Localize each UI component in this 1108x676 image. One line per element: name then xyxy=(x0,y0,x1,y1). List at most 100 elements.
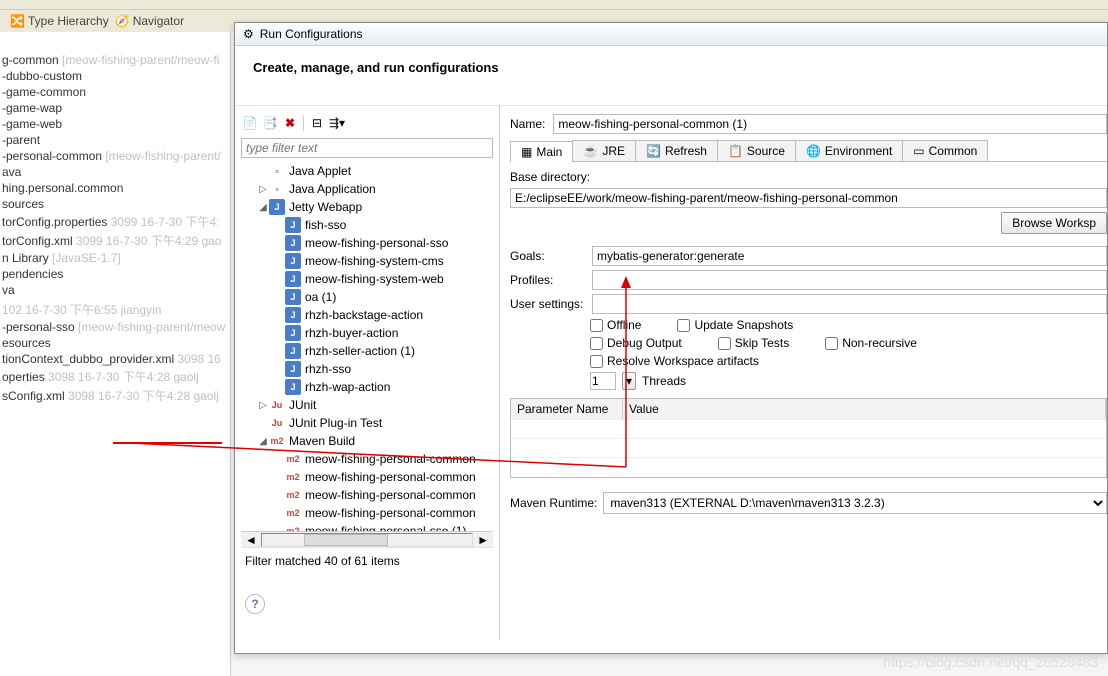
user-settings-input[interactable] xyxy=(592,294,1107,314)
hierarchy-icon: 🔀 xyxy=(10,14,24,28)
maven-runtime-select[interactable]: maven313 (EXTERNAL D:\maven\maven313 3.2… xyxy=(603,492,1107,514)
tree-node[interactable]: Jrhzh-sso xyxy=(241,360,493,378)
tree-node[interactable]: ▷▫Java Application xyxy=(241,180,493,198)
dialog-title-text: Run Configurations xyxy=(260,27,363,41)
tree-node[interactable]: Jrhzh-seller-action (1) xyxy=(241,342,493,360)
tree-node[interactable]: m2meow-fishing-personal-common xyxy=(241,450,493,468)
param-value-header: Value xyxy=(623,399,1106,419)
config-tabstrip: ▦ Main☕ JRE🔄 Refresh📋 Source🌐 Environmen… xyxy=(510,140,1107,162)
profiles-label: Profiles: xyxy=(510,273,586,287)
project-item[interactable]: tionContext_dubbo_provider.xml 3098 16 xyxy=(0,351,230,367)
project-item[interactable]: -game-web xyxy=(0,116,230,132)
user-settings-label: User settings: xyxy=(510,297,586,311)
project-item[interactable]: -personal-sso [meow-fishing-parent/meow xyxy=(0,319,230,335)
tab-common[interactable]: ▭ Common xyxy=(902,140,988,161)
base-dir-input[interactable] xyxy=(510,188,1107,208)
project-item[interactable]: sources xyxy=(0,196,230,212)
offline-checkbox[interactable]: Offline xyxy=(590,318,641,332)
non-recursive-checkbox[interactable]: Non-recursive xyxy=(825,336,917,350)
project-item[interactable]: pendencies xyxy=(0,266,230,282)
tab-main[interactable]: ▦ Main xyxy=(510,141,573,162)
watermark: https://blog.csdn.net/qq_26528483 xyxy=(883,654,1098,670)
tree-node[interactable]: Jrhzh-backstage-action xyxy=(241,306,493,324)
dialog-titlebar[interactable]: ⚙ Run Configurations xyxy=(235,23,1107,46)
debug-output-checkbox[interactable]: Debug Output xyxy=(590,336,682,350)
parameters-table[interactable]: Parameter Name Value xyxy=(510,398,1107,478)
project-item[interactable]: -personal-common [meow-fishing-parent/ xyxy=(0,148,230,164)
navigator-label: Navigator xyxy=(133,14,184,28)
project-item[interactable]: torConfig.xml 3099 16-7-30 下午4:29 gao xyxy=(0,231,230,250)
dialog-header: Create, manage, and run configurations xyxy=(235,46,1107,106)
tree-node[interactable]: JuJUnit Plug-in Test xyxy=(241,414,493,432)
tree-node[interactable]: ▫Java Applet xyxy=(241,162,493,180)
project-item[interactable]: ava xyxy=(0,164,230,180)
project-explorer[interactable]: g-common [meow-fishing-parent/meow-fi-du… xyxy=(0,32,231,676)
project-item[interactable]: va xyxy=(0,282,230,298)
project-item[interactable]: hing.personal.common xyxy=(0,180,230,196)
project-item[interactable]: -game-wap xyxy=(0,100,230,116)
project-item[interactable]: n Library [JavaSE-1.7] xyxy=(0,250,230,266)
tree-node[interactable]: m2meow-fishing-personal-common xyxy=(241,468,493,486)
tree-node[interactable]: ◢m2Maven Build xyxy=(241,432,493,450)
tree-node[interactable]: Jmeow-fishing-system-web xyxy=(241,270,493,288)
run-configurations-dialog: ⚙ Run Configurations Create, manage, and… xyxy=(234,22,1108,654)
filter-status: Filter matched 40 of 61 items xyxy=(241,547,493,574)
config-form: Name: ▦ Main☕ JRE🔄 Refresh📋 Source🌐 Envi… xyxy=(500,106,1107,640)
dialog-header-text: Create, manage, and run configurations xyxy=(253,60,1089,75)
base-dir-label: Base directory: xyxy=(510,170,590,184)
duplicate-config-button[interactable]: 📑 xyxy=(261,114,279,132)
project-item[interactable]: -game-common xyxy=(0,84,230,100)
project-item[interactable]: sConfig.xml 3098 16-7-30 下午4:28 gaolj xyxy=(0,386,230,405)
type-hierarchy-tab[interactable]: 🔀 Type Hierarchy xyxy=(10,14,109,28)
update-snapshots-checkbox[interactable]: Update Snapshots xyxy=(677,318,793,332)
tree-hscrollbar[interactable]: ◄► xyxy=(241,531,493,547)
goals-input[interactable] xyxy=(592,246,1107,266)
tree-toolbar: 📄 📑 ✖ ⊟ ⇶▾ xyxy=(241,112,493,138)
threads-input[interactable] xyxy=(590,372,616,390)
tree-node[interactable]: m2meow-fishing-personal-sso (1) xyxy=(241,522,493,531)
project-item[interactable]: 102 16-7-30 下午6:55 jiangyin xyxy=(0,300,230,319)
project-item[interactable]: esources xyxy=(0,335,230,351)
maven-runtime-label: Maven Runtime: xyxy=(510,496,597,510)
type-hierarchy-label: Type Hierarchy xyxy=(28,14,109,28)
project-item[interactable]: g-common [meow-fishing-parent/meow-fi xyxy=(0,52,230,68)
navigator-icon: 🧭 xyxy=(115,14,129,28)
tab-refresh[interactable]: 🔄 Refresh xyxy=(635,140,718,161)
tab-environment[interactable]: 🌐 Environment xyxy=(795,140,903,161)
run-icon: ⚙ xyxy=(243,27,254,41)
tree-filter-input[interactable] xyxy=(241,138,493,158)
toolbar-separator xyxy=(303,115,304,131)
config-tree[interactable]: ▫Java Applet▷▫Java Application◢JJetty We… xyxy=(241,162,493,531)
tree-node[interactable]: m2meow-fishing-personal-common xyxy=(241,486,493,504)
tab-jre[interactable]: ☕ JRE xyxy=(572,140,636,161)
tree-node[interactable]: Jmeow-fishing-system-cms xyxy=(241,252,493,270)
tree-node[interactable]: ◢JJetty Webapp xyxy=(241,198,493,216)
collapse-button[interactable]: ⊟ xyxy=(308,114,326,132)
resolve-workspace-checkbox[interactable]: Resolve Workspace artifacts xyxy=(590,354,759,368)
project-item[interactable]: operties 3098 16-7-30 下午4:28 gaolj xyxy=(0,367,230,386)
tree-node[interactable]: ▷JuJUnit xyxy=(241,396,493,414)
project-item[interactable]: -dubbo-custom xyxy=(0,68,230,84)
tree-node[interactable]: Jfish-sso xyxy=(241,216,493,234)
new-config-button[interactable]: 📄 xyxy=(241,114,259,132)
project-item[interactable]: -parent xyxy=(0,132,230,148)
tree-node[interactable]: Jmeow-fishing-personal-sso xyxy=(241,234,493,252)
tree-node[interactable]: Joa (1) xyxy=(241,288,493,306)
delete-config-button[interactable]: ✖ xyxy=(281,114,299,132)
tree-node[interactable]: Jrhzh-buyer-action xyxy=(241,324,493,342)
profiles-input[interactable] xyxy=(592,270,1107,290)
threads-dropdown[interactable]: ▾ xyxy=(622,372,636,390)
project-item[interactable]: torConfig.properties 3099 16-7-30 下午4: xyxy=(0,212,230,231)
navigator-tab[interactable]: 🧭 Navigator xyxy=(115,14,184,28)
main-toolbar xyxy=(0,0,1108,10)
tab-source[interactable]: 📋 Source xyxy=(717,140,796,161)
help-icon[interactable]: ? xyxy=(245,594,265,614)
tree-node[interactable]: Jrhzh-wap-action xyxy=(241,378,493,396)
goals-label: Goals: xyxy=(510,249,586,263)
skip-tests-checkbox[interactable]: Skip Tests xyxy=(718,336,789,350)
name-label: Name: xyxy=(510,117,545,131)
filter-button[interactable]: ⇶▾ xyxy=(328,114,346,132)
tree-node[interactable]: m2meow-fishing-personal-common xyxy=(241,504,493,522)
browse-workspace-button[interactable]: Browse Worksp xyxy=(1001,212,1107,234)
name-input[interactable] xyxy=(553,114,1107,134)
